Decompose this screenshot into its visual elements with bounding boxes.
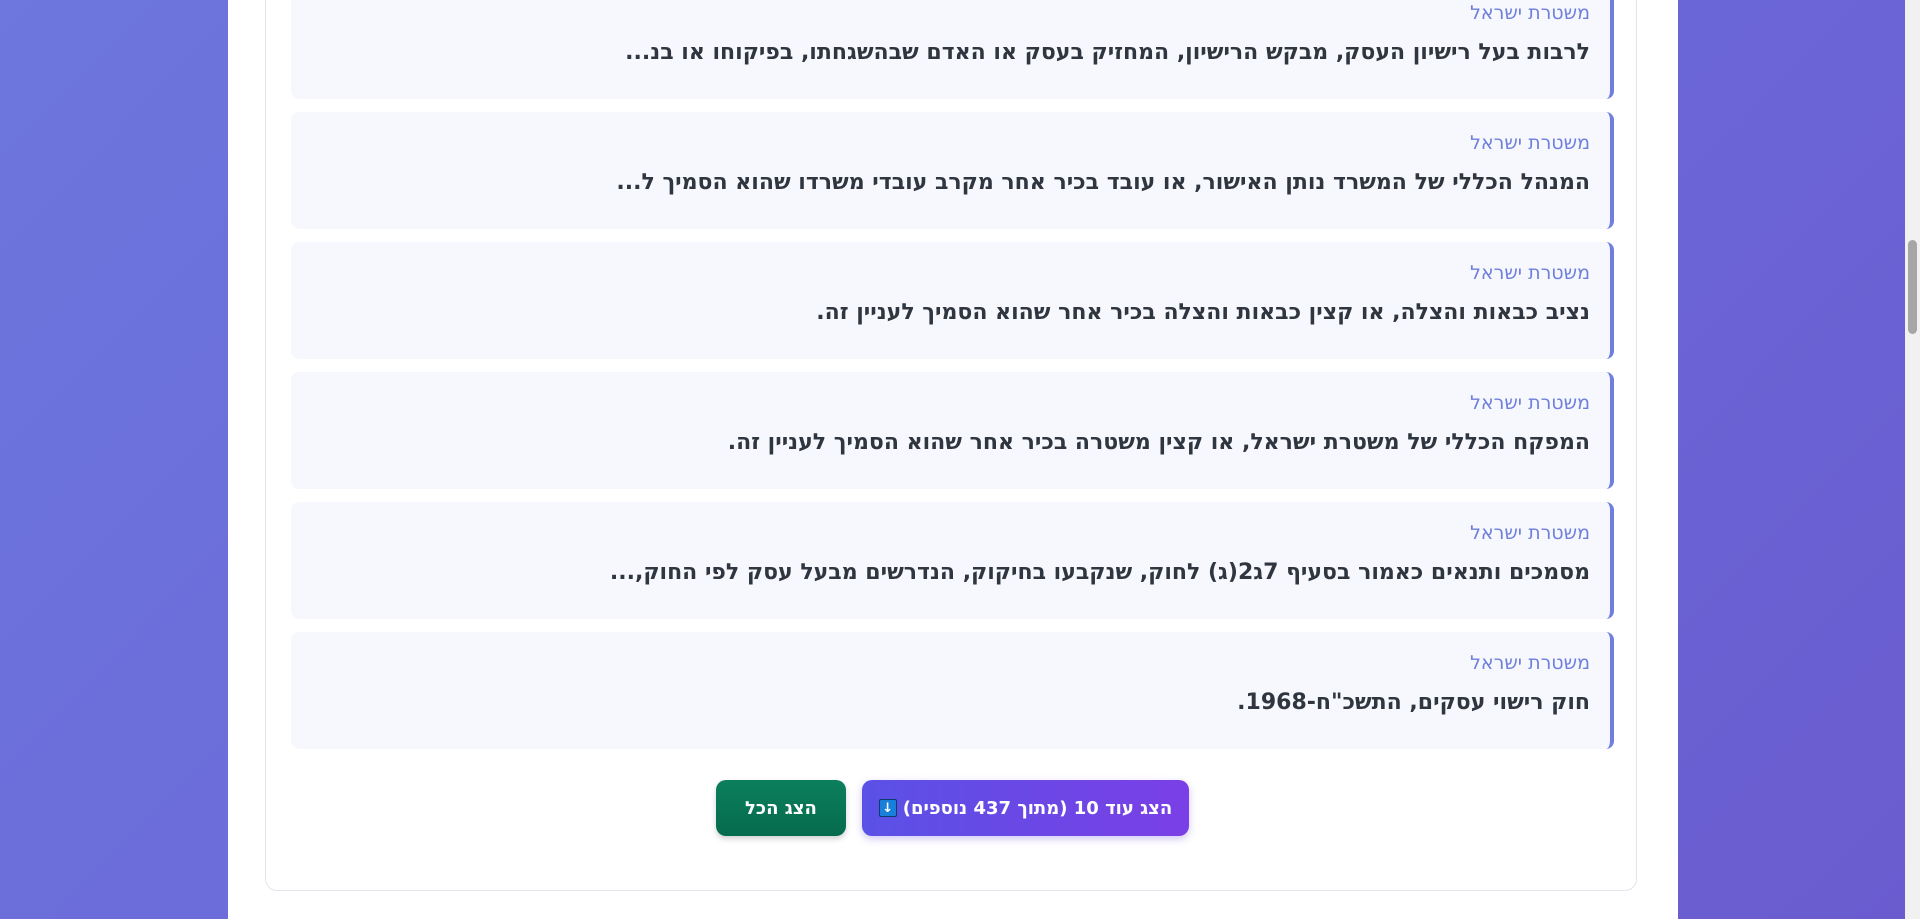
result-source: משטרת ישראל [1470,262,1590,284]
result-source: משטרת ישראל [1470,2,1590,24]
scrollbar-thumb[interactable] [1908,240,1917,334]
result-card[interactable]: משטרת ישראל המנהל הכללי של המשרד נותן הא… [291,112,1614,229]
result-text: מסמכים ותנאים כאמור בסעיף 7ג2(ג) לחוק, ש… [609,560,1590,585]
result-text: נציב כבאות והצלה, או קצין כבאות והצלה בכ… [816,300,1590,325]
show-all-label: הצג הכל [745,797,817,819]
page-scrollbar[interactable] [1905,0,1920,919]
show-more-button[interactable]: הצג עוד 10 (מתוך 437 נוספים) ↓ [862,780,1189,836]
result-card[interactable]: משטרת ישראל חוק רישוי עסקים, התשכ"ח-1968… [291,632,1614,749]
down-arrow-icon: ↓ [878,799,897,817]
result-text: המפקח הכללי של משטרת ישראל, או קצין משטר… [727,430,1590,455]
results-list: משטרת ישראל לרבות בעל רישיון העסק, מבקש … [291,0,1614,762]
result-text: לרבות בעל רישיון העסק, מבקש הרישיון, המח… [625,40,1590,65]
result-card[interactable]: משטרת ישראל נציב כבאות והצלה, או קצין כב… [291,242,1614,359]
show-more-label: הצג עוד 10 (מתוך 437 נוספים) [902,797,1173,819]
result-card[interactable]: משטרת ישראל מסמכים ותנאים כאמור בסעיף 7ג… [291,502,1614,619]
result-source: משטרת ישראל [1470,132,1590,154]
result-source: משטרת ישראל [1470,522,1590,544]
result-text: המנהל הכללי של המשרד נותן האישור, או עוב… [616,170,1590,195]
result-source: משטרת ישראל [1470,392,1590,414]
pagination-actions: הצג הכל הצג עוד 10 (מתוך 437 נוספים) ↓ [0,780,1920,837]
result-card[interactable]: משטרת ישראל המפקח הכללי של משטרת ישראל, … [291,372,1614,489]
result-text: חוק רישוי עסקים, התשכ"ח-1968. [1237,690,1590,715]
show-all-button[interactable]: הצג הכל [716,780,846,836]
result-card[interactable]: משטרת ישראל לרבות בעל רישיון העסק, מבקש … [291,0,1614,99]
result-source: משטרת ישראל [1470,652,1590,674]
